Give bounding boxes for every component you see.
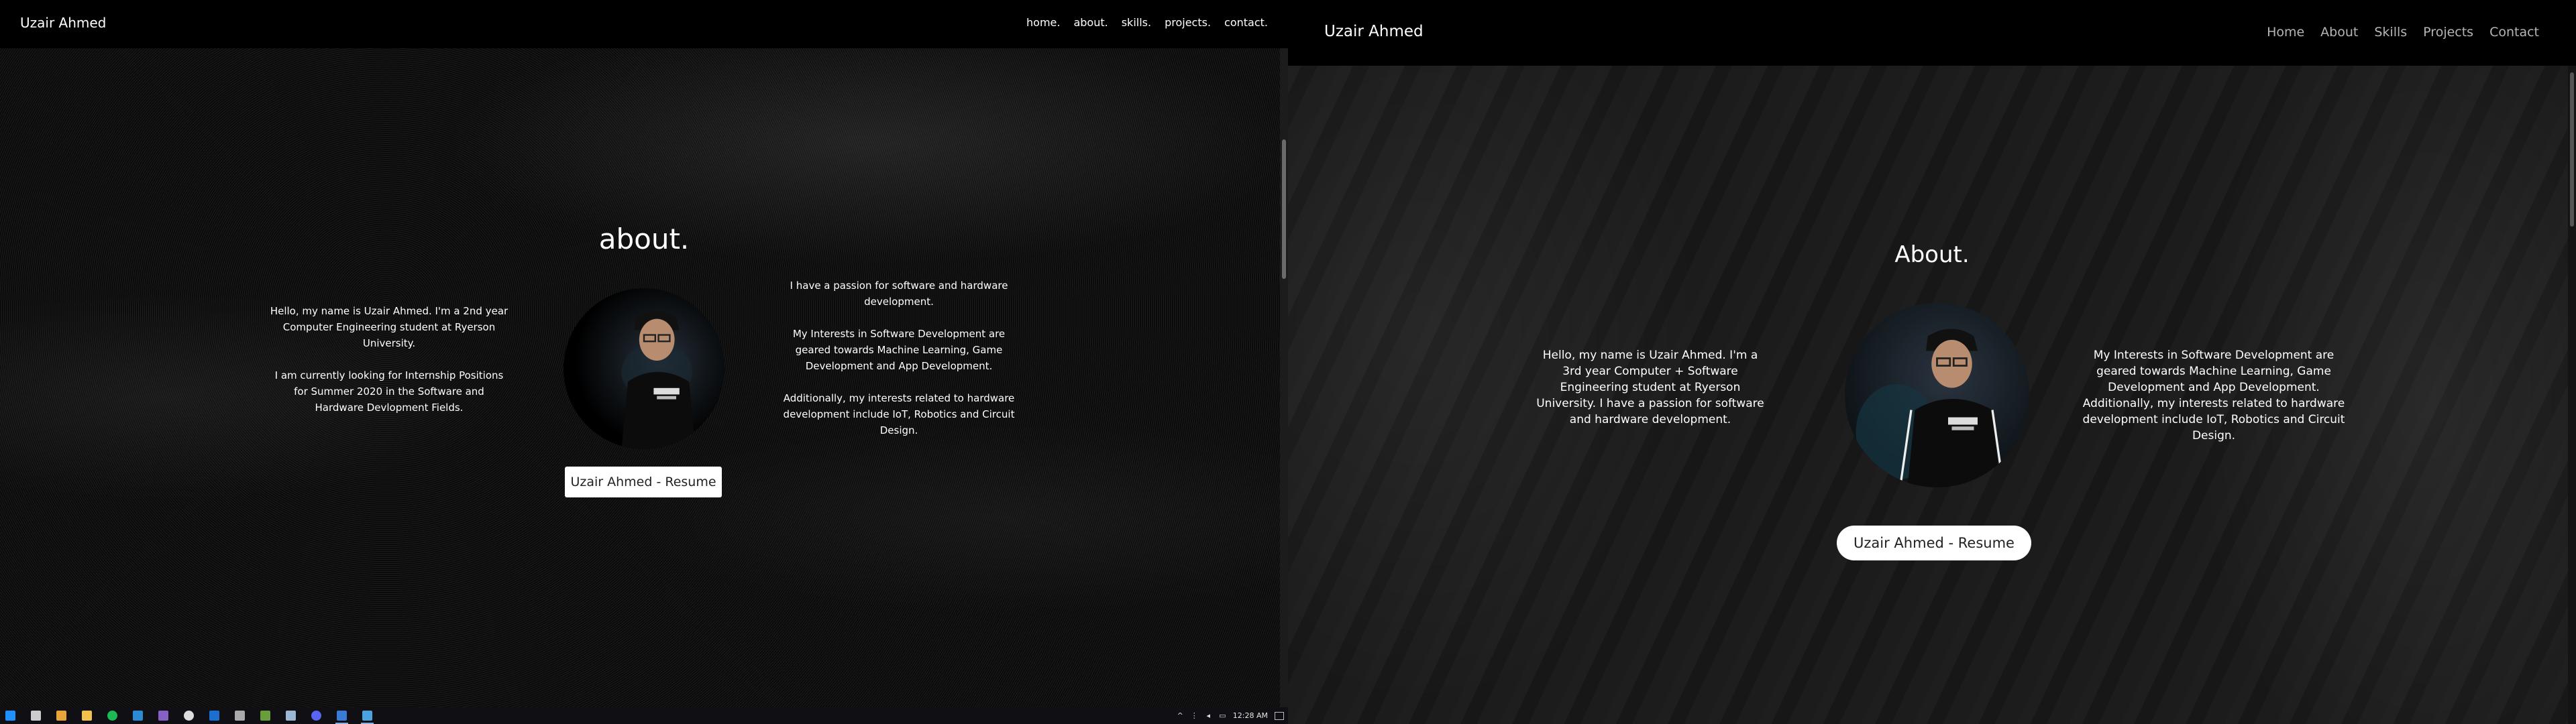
- section-title: about.: [598, 223, 690, 255]
- about-paragraph: My Interests in Software Development are…: [2082, 349, 2345, 442]
- profile-photo: [1856, 328, 2005, 487]
- nav-link-projects[interactable]: Projects: [2423, 25, 2473, 40]
- scrollbar-thumb[interactable]: [1282, 139, 1286, 279]
- navbar: Uzair Ahmed home. about. skills. project…: [0, 0, 1288, 48]
- steam-icon[interactable]: [286, 711, 296, 721]
- start-icon[interactable]: [5, 711, 15, 721]
- scrollbar-thumb[interactable]: [2570, 72, 2574, 227]
- about-paragraph: Additionally, my interests related to ha…: [783, 392, 1015, 436]
- scrollbar[interactable]: [1280, 48, 1288, 707]
- brand-logo[interactable]: Uzair Ahmed: [1324, 23, 1424, 40]
- brand-logo[interactable]: Uzair Ahmed: [20, 15, 106, 31]
- left-browser-panel: Uzair Ahmed home. about. skills. project…: [0, 0, 1288, 724]
- clock[interactable]: 12:28 AM: [1233, 711, 1268, 720]
- about-paragraph: I am currently looking for Internship Po…: [274, 369, 504, 414]
- about-text-right: I have a passion for software and hardwa…: [778, 278, 1020, 455]
- notification-icon[interactable]: [1275, 711, 1284, 720]
- network-icon[interactable]: ⋮: [1191, 712, 1198, 719]
- spotify-icon[interactable]: [107, 711, 117, 721]
- about-text-right: My Interests in Software Development are…: [2080, 347, 2348, 460]
- right-browser-panel: Uzair Ahmed Home About Skills Projects C…: [1288, 0, 2576, 724]
- avatar: [1845, 303, 2029, 487]
- resume-button[interactable]: Uzair Ahmed - Resume: [1837, 526, 2031, 560]
- nav-links: home. about. skills. projects. contact.: [1026, 16, 1268, 29]
- outlook-icon[interactable]: [209, 711, 219, 721]
- about-text-left: Hello, my name is Uzair Ahmed. I'm a 2nd…: [268, 303, 510, 432]
- about-text-left: Hello, my name is Uzair Ahmed. I'm a 3rd…: [1536, 347, 1764, 444]
- nav-link-contact[interactable]: contact.: [1224, 16, 1268, 29]
- browser-app-icon[interactable]: [361, 711, 374, 724]
- avatar: [564, 288, 724, 449]
- task-view-icon[interactable]: [31, 711, 41, 721]
- nav-link-skills[interactable]: Skills: [2374, 25, 2407, 40]
- nav-link-projects[interactable]: projects.: [1165, 16, 1211, 29]
- discord-icon[interactable]: [311, 711, 321, 721]
- about-paragraph: Hello, my name is Uzair Ahmed. I'm a 2nd…: [270, 305, 508, 349]
- chevron-up-icon[interactable]: ^: [1177, 712, 1184, 719]
- nav-link-home[interactable]: home.: [1026, 16, 1060, 29]
- about-paragraph: My Interests in Software Development are…: [792, 328, 1006, 372]
- nav-link-contact[interactable]: Contact: [2489, 25, 2539, 40]
- nav-links: Home About Skills Projects Contact: [2267, 25, 2539, 40]
- terminal-icon[interactable]: [235, 711, 245, 721]
- about-paragraph: I have a passion for software and hardwa…: [790, 280, 1008, 308]
- vscode-icon[interactable]: [133, 711, 143, 721]
- app-icon[interactable]: [335, 711, 348, 724]
- chrome-icon[interactable]: [56, 711, 66, 721]
- battery-icon[interactable]: ▭: [1219, 712, 1226, 719]
- resume-button[interactable]: Uzair Ahmed - Resume: [565, 467, 722, 497]
- system-tray: ^ ⋮ ◂ ▭ 12:28 AM: [1177, 707, 1284, 724]
- nav-link-about[interactable]: About: [2320, 25, 2358, 40]
- nav-link-skills[interactable]: skills.: [1122, 16, 1151, 29]
- profile-photo: [621, 310, 696, 449]
- about-paragraph: Hello, my name is Uzair Ahmed. I'm a 3rd…: [1536, 349, 1764, 426]
- taskbar: ^ ⋮ ◂ ▭ 12:28 AM: [0, 707, 1288, 724]
- visual-studio-icon[interactable]: [158, 711, 168, 721]
- volume-icon[interactable]: ◂: [1205, 712, 1212, 719]
- file-explorer-icon[interactable]: [82, 711, 92, 721]
- minecraft-icon[interactable]: [260, 711, 270, 721]
- github-icon[interactable]: [184, 711, 194, 721]
- nav-link-about[interactable]: about.: [1073, 16, 1108, 29]
- scrollbar[interactable]: [2568, 66, 2576, 724]
- section-title: About.: [1894, 241, 1970, 268]
- nav-link-home[interactable]: Home: [2267, 25, 2304, 40]
- navbar: Uzair Ahmed Home About Skills Projects C…: [1288, 0, 2576, 66]
